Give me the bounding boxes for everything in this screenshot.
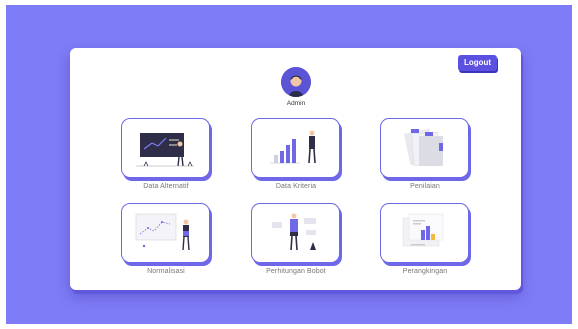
calculation-person-icon [272, 213, 316, 251]
user-avatar-icon [281, 67, 311, 97]
documents-icon [403, 128, 443, 167]
tile-label-data-alternatif: Data Alternatif [143, 183, 189, 190]
tile-label-data-kriteria: Data Kriteria [275, 183, 317, 190]
admin-name: Admin [286, 100, 306, 107]
tile-label-perangkingan: Perangkingan [402, 268, 448, 275]
menu-tile-perangkingan[interactable] [380, 203, 469, 263]
menu-tile-normalisasi[interactable] [121, 203, 210, 263]
menu-tile-data-alternatif[interactable] [121, 118, 210, 178]
ranking-report-icon [402, 213, 444, 247]
logout-button[interactable]: Logout [458, 55, 497, 71]
menu-tile-perhitungan-bobot[interactable] [251, 203, 340, 263]
tile-label-penilaian: Penilaian [410, 183, 440, 190]
menu-tile-data-kriteria[interactable] [251, 118, 340, 178]
line-graph-presenter-icon [135, 213, 190, 251]
tile-label-perhitungan-bobot: Perhitungan Bobot [266, 268, 326, 275]
tile-label-normalisasi: Normalisasi [147, 268, 185, 275]
menu-tile-penilaian[interactable] [380, 118, 469, 178]
presentation-board-icon [136, 133, 194, 167]
admin-avatar [281, 67, 311, 97]
bar-chart-icon [270, 130, 316, 164]
